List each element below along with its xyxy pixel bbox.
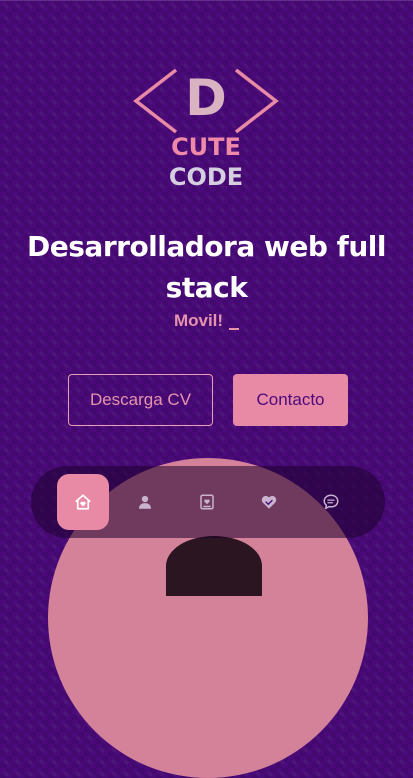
typing-cursor — [229, 328, 240, 330]
logo-name-part2: CODE — [168, 163, 244, 191]
logo-letter: D — [185, 69, 227, 127]
bottom-nav — [31, 466, 385, 538]
user-icon — [139, 495, 151, 509]
typed-text: Movil! — [173, 311, 224, 330]
nav-item-services[interactable] — [243, 474, 295, 530]
nav-item-about[interactable] — [119, 474, 171, 530]
chat-icon — [323, 494, 339, 510]
typed-text-line: Movil! — [0, 310, 413, 332]
nav-item-home[interactable] — [57, 474, 109, 530]
site-logo[interactable]: D CUTE CODE — [130, 66, 282, 191]
hero-title: Desarrolladora web full stack — [27, 230, 386, 304]
handshake-heart-icon — [261, 495, 277, 509]
contact-button[interactable]: Contacto — [233, 374, 348, 426]
home-icon — [75, 494, 91, 510]
avatar-hair — [166, 536, 262, 596]
book-icon — [200, 494, 214, 510]
logo-name-part1: CUTE — [171, 133, 241, 161]
download-cv-button[interactable]: Descarga CV — [68, 374, 213, 426]
nav-item-contact[interactable] — [305, 474, 357, 530]
nav-item-portfolio[interactable] — [181, 474, 233, 530]
logo-name: CUTE CODE — [130, 132, 282, 192]
